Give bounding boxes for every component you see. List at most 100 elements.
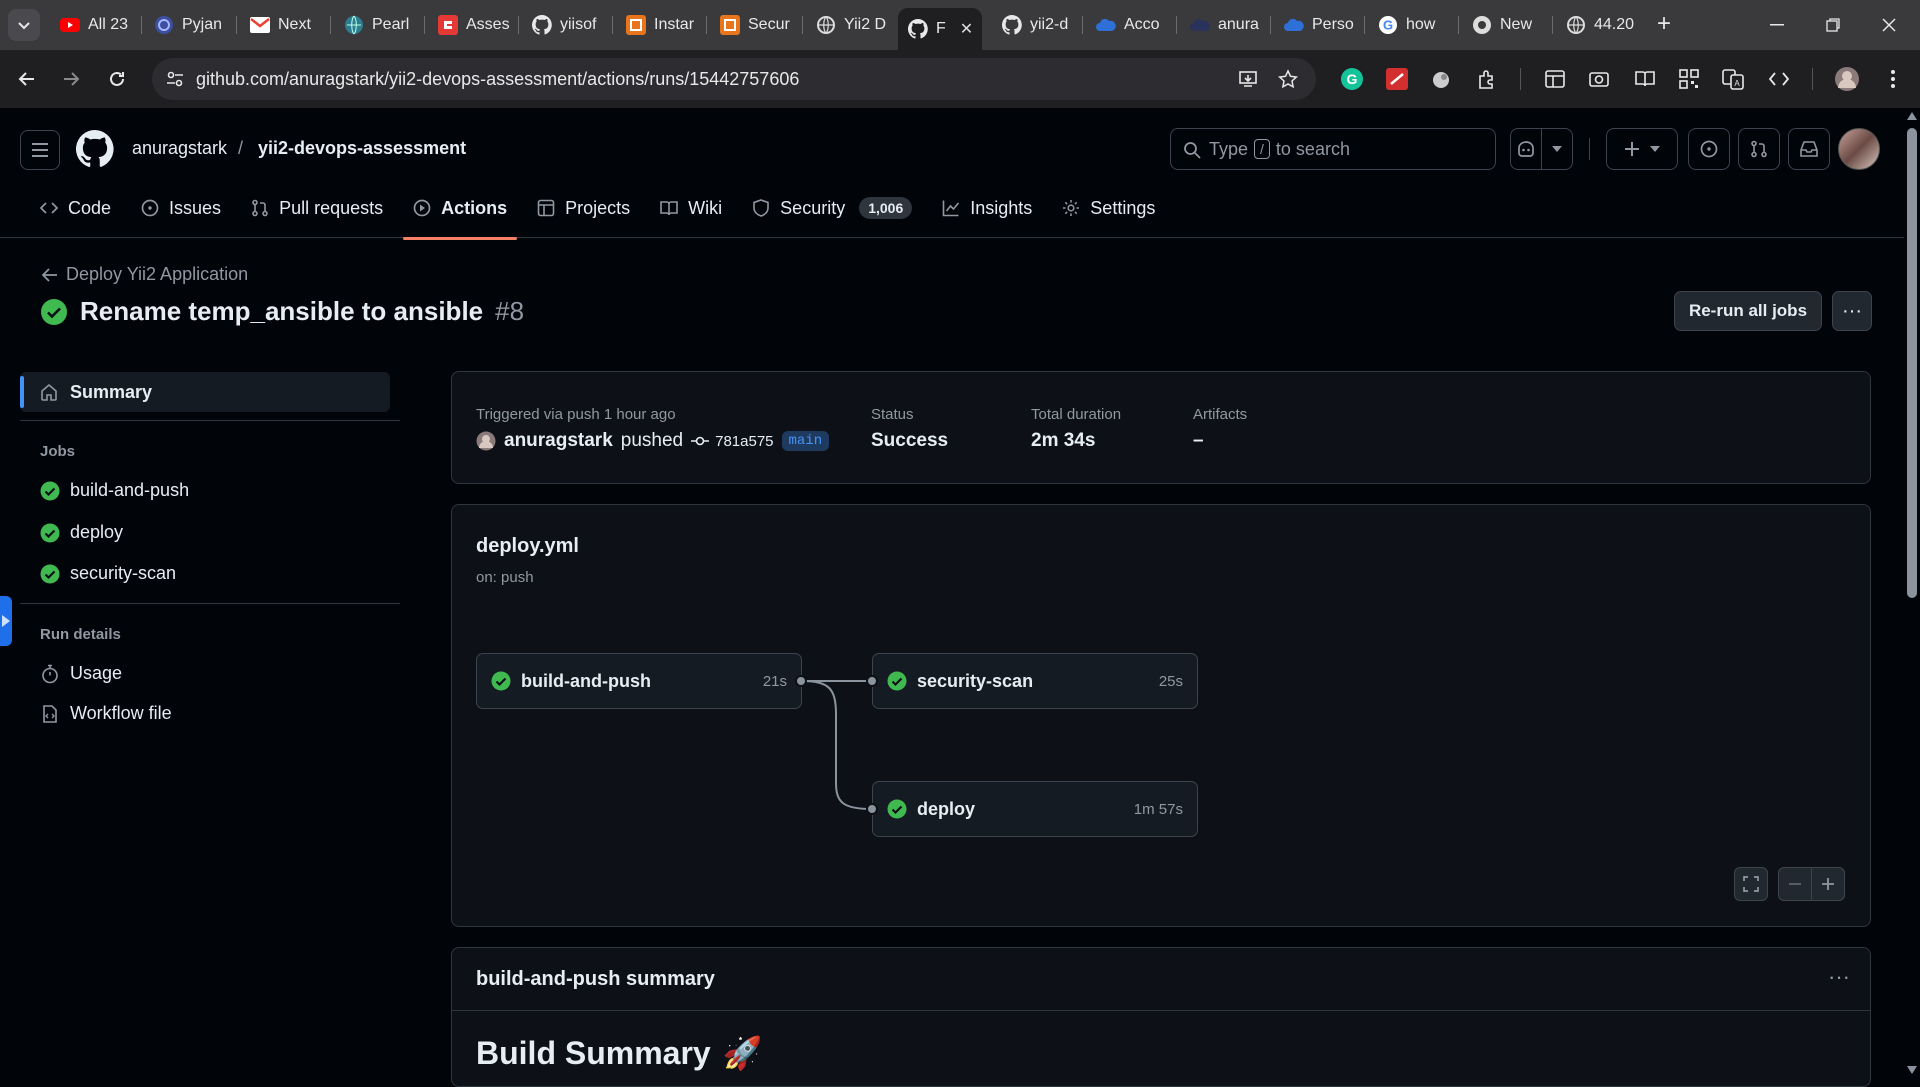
- fullscreen-button[interactable]: [1734, 867, 1768, 901]
- run-more-options-button[interactable]: ···: [1832, 291, 1872, 331]
- summary-card-title: build-and-push summary: [476, 968, 715, 990]
- job-card-security-scan[interactable]: security-scan 25s: [872, 653, 1198, 709]
- browser-tab[interactable]: yiisof: [522, 8, 612, 42]
- extension-icon[interactable]: [1428, 66, 1454, 92]
- browser-tab[interactable]: anura: [1180, 8, 1268, 42]
- install-app-icon[interactable]: [1238, 69, 1258, 89]
- check-circle-fill-icon: [491, 671, 511, 691]
- shield-icon: [753, 199, 769, 217]
- github-icon: [532, 15, 552, 35]
- user-avatar[interactable]: [1838, 128, 1880, 170]
- side-panel-toggle[interactable]: [0, 596, 12, 646]
- zoom-in-button[interactable]: [1811, 867, 1845, 901]
- sidebar-job-build-and-push[interactable]: build-and-push: [40, 480, 189, 501]
- sidebar-job-security-scan[interactable]: security-scan: [40, 563, 176, 584]
- reload-icon[interactable]: [102, 64, 132, 94]
- forward-arrow-icon[interactable]: [56, 64, 86, 94]
- browser-tab[interactable]: Acco: [1086, 8, 1174, 42]
- bookmark-star-icon[interactable]: [1278, 69, 1298, 89]
- browser-tab[interactable]: Instar: [616, 8, 704, 42]
- restore-icon[interactable]: [1820, 12, 1846, 38]
- chevron-down-icon: [18, 22, 30, 30]
- triangle-down-icon: [1552, 146, 1562, 152]
- job-card-deploy[interactable]: deploy 1m 57s: [872, 781, 1198, 837]
- job-card-build-and-push[interactable]: build-and-push 21s: [476, 653, 802, 709]
- close-window-icon[interactable]: [1876, 12, 1902, 38]
- tab-issues[interactable]: Issues: [129, 188, 233, 228]
- extensions-puzzle-icon[interactable]: [1474, 66, 1500, 92]
- scrollbar-thumb[interactable]: [1907, 128, 1917, 598]
- split-view-icon[interactable]: [1542, 66, 1568, 92]
- sidebar-item-summary[interactable]: Summary: [20, 372, 390, 412]
- browser-tab[interactable]: Perso: [1274, 8, 1362, 42]
- grammarly-icon[interactable]: G: [1339, 66, 1365, 92]
- page-scrollbar[interactable]: [1904, 108, 1920, 1080]
- browser-tab[interactable]: Asses: [428, 8, 514, 42]
- browser-tab[interactable]: All 23: [50, 8, 130, 42]
- browser-tab[interactable]: Secur: [710, 8, 802, 42]
- minimize-icon[interactable]: [1764, 12, 1790, 38]
- close-tab-icon[interactable]: ✕: [960, 19, 973, 39]
- workflow-back-link[interactable]: Deploy Yii2 Application: [42, 264, 248, 285]
- tab-wiki[interactable]: Wiki: [648, 188, 734, 228]
- tab-security[interactable]: Security 1,006: [740, 188, 924, 228]
- tab-actions[interactable]: Actions: [401, 188, 519, 240]
- check-circle-fill-icon: [40, 523, 60, 542]
- commit-link[interactable]: 781a575: [691, 433, 774, 450]
- sidebar-item-usage[interactable]: Usage: [40, 663, 122, 684]
- copilot-button[interactable]: [1510, 128, 1542, 170]
- create-new-button[interactable]: [1606, 128, 1678, 170]
- browser-tab[interactable]: New: [1462, 8, 1550, 42]
- scroll-up-icon[interactable]: [1907, 112, 1917, 120]
- copilot-dropdown[interactable]: [1541, 128, 1573, 170]
- browser-menu-icon[interactable]: [1880, 66, 1906, 92]
- tab-insights[interactable]: Insights: [930, 188, 1044, 228]
- browser-tab-active[interactable]: F ✕: [898, 8, 982, 50]
- browser-tab[interactable]: G how: [1368, 8, 1456, 42]
- browser-tab[interactable]: Next: [240, 8, 326, 42]
- tab-settings[interactable]: Settings: [1050, 188, 1167, 228]
- address-bar[interactable]: github.com/anuragstark/yii2-devops-asses…: [152, 58, 1316, 100]
- screenshot-icon[interactable]: [1586, 66, 1612, 92]
- summary-more-options-button[interactable]: ···: [1828, 964, 1850, 990]
- issues-button[interactable]: [1688, 128, 1730, 170]
- zoom-out-button[interactable]: [1778, 867, 1812, 901]
- browser-tab[interactable]: Pyjan: [144, 8, 230, 42]
- job-input-connector: [866, 675, 878, 687]
- profile-avatar[interactable]: [1834, 66, 1860, 92]
- tab-code[interactable]: Code: [28, 188, 123, 228]
- tab-search-button[interactable]: [8, 9, 40, 41]
- actor-link[interactable]: anuragstark: [504, 430, 613, 452]
- sidebar-job-deploy[interactable]: deploy: [40, 522, 123, 543]
- run-number: #8: [495, 296, 525, 326]
- job-summary-card: build-and-push summary ··· Build Summary…: [451, 947, 1871, 1087]
- code-icon: [40, 202, 58, 214]
- scroll-down-icon[interactable]: [1907, 1066, 1917, 1074]
- translate-icon[interactable]: A: [1720, 66, 1746, 92]
- github-logo-icon[interactable]: [76, 130, 114, 168]
- qr-code-icon[interactable]: [1676, 66, 1702, 92]
- notifications-button[interactable]: [1788, 128, 1830, 170]
- actor-avatar[interactable]: [476, 431, 496, 451]
- branch-label[interactable]: main: [781, 431, 830, 451]
- pull-requests-button[interactable]: [1738, 128, 1780, 170]
- repo-owner-link[interactable]: anuragstark: [132, 138, 227, 159]
- tab-projects[interactable]: Projects: [525, 188, 642, 228]
- browser-tab[interactable]: 44.20: [1556, 8, 1646, 42]
- search-input[interactable]: Type / to search: [1170, 128, 1496, 170]
- browser-tab[interactable]: Yii2 D: [806, 8, 892, 42]
- back-arrow-icon[interactable]: [12, 64, 42, 94]
- tab-pull-requests[interactable]: Pull requests: [239, 188, 395, 228]
- browser-tab[interactable]: Pearl: [334, 8, 420, 42]
- rerun-all-jobs-button[interactable]: Re-run all jobs: [1674, 291, 1822, 331]
- menu-button[interactable]: [20, 130, 60, 170]
- browser-tab[interactable]: yii2-d: [992, 8, 1080, 42]
- repo-name-link[interactable]: yii2-devops-assessment: [258, 138, 466, 159]
- reading-mode-icon[interactable]: [1632, 66, 1658, 92]
- new-tab-button[interactable]: +: [1651, 12, 1677, 38]
- trigger-detail: anuragstark pushed 781a575 main: [476, 430, 830, 452]
- site-settings-icon[interactable]: [166, 70, 184, 88]
- devtools-code-icon[interactable]: [1766, 66, 1792, 92]
- sidebar-item-workflow-file[interactable]: Workflow file: [40, 703, 172, 724]
- pdf-extension-icon[interactable]: [1384, 66, 1410, 92]
